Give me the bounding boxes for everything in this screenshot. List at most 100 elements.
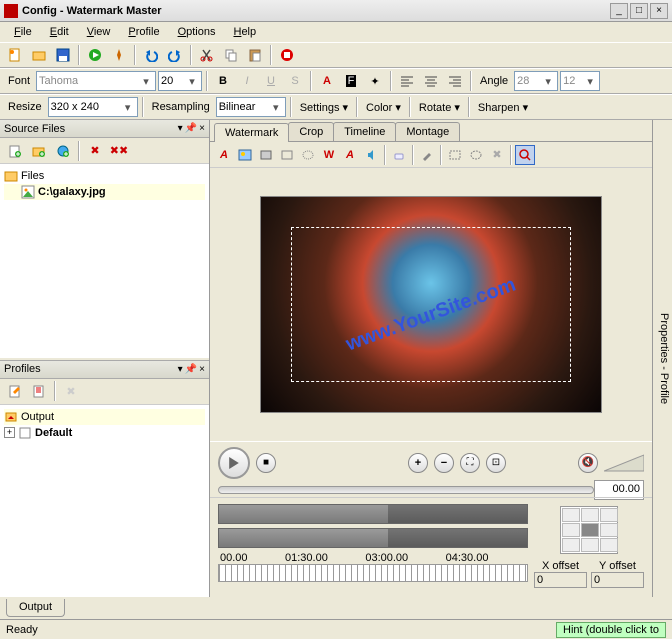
new-profile-icon[interactable] (4, 380, 26, 402)
add-folder-icon[interactable] (28, 140, 50, 162)
profiles-tree[interactable]: Output + Default (0, 405, 209, 598)
font-bg-icon[interactable]: F (340, 70, 362, 92)
image-wm-icon[interactable] (235, 145, 255, 165)
pos-br[interactable] (600, 538, 618, 552)
cut-icon[interactable] (196, 44, 218, 66)
menu-options[interactable]: Options (170, 24, 224, 40)
align-left-icon[interactable] (396, 70, 418, 92)
tree-file-item[interactable]: C:\galaxy.jpg (4, 184, 205, 200)
panel-close-icon[interactable]: × (199, 123, 205, 134)
y-offset-input[interactable] (591, 572, 644, 588)
resize-combo[interactable]: 320 x 240▾ (48, 97, 138, 117)
panel-dropdown-icon[interactable]: ▾ (178, 364, 183, 375)
align-right-icon[interactable] (444, 70, 466, 92)
sharpen-dropdown[interactable]: Sharpen ▾ (474, 101, 532, 114)
canvas[interactable]: www.YourSite.com (210, 168, 652, 441)
effects-icon[interactable]: ✦ (364, 70, 386, 92)
files-tree[interactable]: Files C:\galaxy.jpg (0, 164, 209, 357)
new-icon[interactable] (4, 44, 26, 66)
save-icon[interactable] (52, 44, 74, 66)
pin-icon[interactable]: 📌 (185, 364, 197, 375)
ellipse-icon[interactable] (298, 145, 318, 165)
stop-button[interactable]: ■ (256, 453, 276, 473)
audio-icon[interactable] (361, 145, 381, 165)
panel-close-icon[interactable]: × (199, 364, 205, 375)
rect-icon[interactable] (277, 145, 297, 165)
output-tab[interactable]: Output (6, 599, 65, 617)
fit-button[interactable]: ⛶ (460, 453, 480, 473)
strike-icon[interactable]: S (284, 70, 306, 92)
pin-icon[interactable]: 📌 (185, 123, 197, 134)
sel-rect-icon[interactable] (445, 145, 465, 165)
zoom-icon[interactable] (515, 145, 535, 165)
menu-file[interactable]: File (6, 24, 40, 40)
pos-mr[interactable] (600, 523, 618, 537)
logo-wm-icon[interactable]: W (319, 145, 339, 165)
expand-icon[interactable]: + (4, 427, 15, 438)
sel-ellipse-icon[interactable] (466, 145, 486, 165)
tab-crop[interactable]: Crop (288, 122, 334, 141)
run-icon[interactable] (84, 44, 106, 66)
volume-slider[interactable] (604, 453, 644, 473)
tab-watermark[interactable]: Watermark (214, 123, 289, 142)
delete-profile-icon[interactable]: ✖ (60, 380, 82, 402)
tree-root-files[interactable]: Files (4, 168, 205, 184)
pos-tl[interactable] (562, 508, 580, 522)
play-button[interactable] (218, 447, 250, 479)
color-dropdown[interactable]: Color ▾ (362, 101, 405, 114)
underline-icon[interactable]: U (260, 70, 282, 92)
position-grid[interactable] (560, 506, 618, 554)
wizard-icon[interactable] (108, 44, 130, 66)
preview-image[interactable]: www.YourSite.com (261, 197, 601, 412)
mute-button[interactable]: 🔇 (578, 453, 598, 473)
panel-dropdown-icon[interactable]: ▾ (178, 123, 183, 134)
font-size-combo[interactable]: 20▾ (158, 71, 202, 91)
clear-sel-icon[interactable]: ✖ (487, 145, 507, 165)
text-wm-icon[interactable]: A (214, 145, 234, 165)
add-url-icon[interactable] (52, 140, 74, 162)
tree-output[interactable]: Output (4, 409, 205, 425)
undo-icon[interactable] (140, 44, 162, 66)
zoom-out-button[interactable]: − (434, 453, 454, 473)
properties-panel-tab[interactable]: Properties - Profile (652, 120, 672, 597)
tree-default[interactable]: + Default (4, 425, 205, 441)
remove-icon[interactable]: ✖ (84, 140, 106, 162)
menu-view[interactable]: View (79, 24, 119, 40)
redo-icon[interactable] (164, 44, 186, 66)
pos-ml[interactable] (562, 523, 580, 537)
font-color-icon[interactable]: A (316, 70, 338, 92)
align-center-icon[interactable] (420, 70, 442, 92)
seek-slider[interactable] (218, 486, 594, 494)
tab-montage[interactable]: Montage (395, 122, 460, 141)
x-offset-input[interactable] (534, 572, 587, 588)
italic-icon[interactable]: I (236, 70, 258, 92)
menu-edit[interactable]: Edit (42, 24, 77, 40)
pos-mc[interactable] (581, 523, 599, 537)
rotate-dropdown[interactable]: Rotate ▾ (415, 101, 464, 114)
zoom-in-button[interactable]: + (408, 453, 428, 473)
pos-tr[interactable] (600, 508, 618, 522)
close-button[interactable]: × (650, 3, 668, 19)
menu-profile[interactable]: Profile (120, 24, 167, 40)
minimize-button[interactable]: _ (610, 3, 628, 19)
angle-combo[interactable]: 28▾ (514, 71, 558, 91)
extra-combo[interactable]: 12▾ (560, 71, 600, 91)
pos-bl[interactable] (562, 538, 580, 552)
stop-icon[interactable] (276, 44, 298, 66)
video-wm-icon[interactable] (256, 145, 276, 165)
maximize-button[interactable]: □ (630, 3, 648, 19)
font-family-combo[interactable]: Tahoma▾ (36, 71, 156, 91)
marker-icon[interactable] (417, 145, 437, 165)
new-project-icon[interactable] (28, 44, 50, 66)
actual-size-button[interactable]: ⊡ (486, 453, 506, 473)
pos-tc[interactable] (581, 508, 599, 522)
copy-icon[interactable] (220, 44, 242, 66)
timeline[interactable]: 00.00 01:30.00 03:00.00 04:30.00 (218, 504, 528, 591)
bold-icon[interactable]: B (212, 70, 234, 92)
resampling-combo[interactable]: Bilinear▾ (216, 97, 286, 117)
settings-dropdown[interactable]: Settings ▾ (296, 101, 352, 114)
timeline-ruler[interactable] (218, 564, 528, 582)
edit-profile-icon[interactable] (28, 380, 50, 402)
tab-timeline[interactable]: Timeline (333, 122, 396, 141)
paste-icon[interactable] (244, 44, 266, 66)
